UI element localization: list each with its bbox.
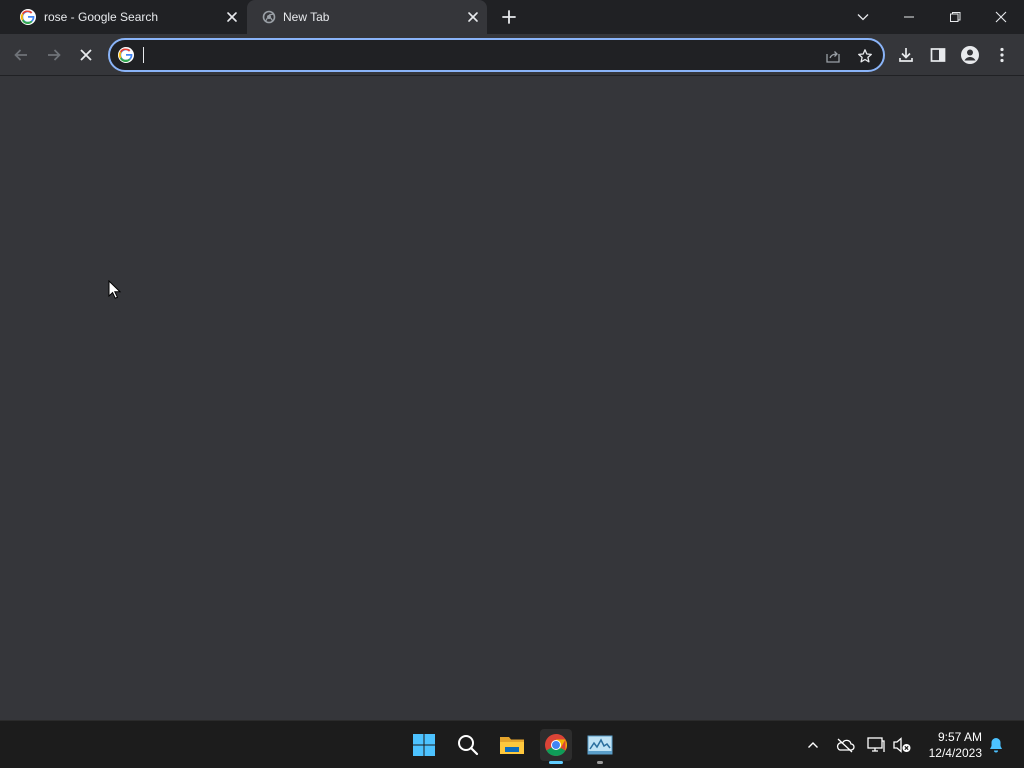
menu-icon[interactable]	[991, 44, 1013, 66]
chevron-up-icon[interactable]	[803, 735, 823, 755]
file-explorer-icon[interactable]	[496, 729, 528, 761]
close-window-icon[interactable]	[989, 5, 1013, 29]
onedrive-icon[interactable]	[835, 735, 855, 755]
forward-icon	[48, 49, 61, 61]
close-tab-icon[interactable]	[465, 9, 481, 25]
restore-icon[interactable]	[943, 5, 967, 29]
minimize-icon[interactable]	[897, 5, 921, 29]
new-tab-plus-icon[interactable]	[500, 8, 518, 26]
tab-title: rose - Google Search	[44, 10, 159, 24]
active-app-indicator	[549, 761, 563, 764]
back-icon	[14, 49, 27, 61]
tab-search-chevron-icon[interactable]	[851, 5, 875, 29]
google-icon	[20, 9, 36, 25]
running-app-indicator	[597, 761, 603, 764]
chrome-newtab-icon	[262, 10, 276, 24]
notification-bell-icon[interactable]	[986, 735, 1006, 755]
close-tab-icon[interactable]	[224, 9, 240, 25]
tab-strip: rose - Google Search New Tab	[0, 0, 1024, 34]
tab-new-tab[interactable]: New Tab	[247, 0, 487, 34]
task-manager-icon[interactable]	[584, 729, 616, 764]
forward-button[interactable]	[43, 44, 65, 66]
share-icon[interactable]	[824, 47, 842, 65]
star-icon[interactable]	[856, 47, 874, 65]
text-caret	[143, 47, 144, 63]
address-bar[interactable]	[108, 38, 885, 72]
mouse-cursor-icon	[108, 280, 122, 299]
windows-taskbar: 9:57 AM 12/4/2023	[0, 720, 1024, 768]
network-icon[interactable]	[866, 735, 886, 755]
stop-icon	[80, 49, 92, 61]
browser-toolbar	[0, 34, 1024, 76]
clock-date: 12/4/2023	[928, 746, 982, 760]
chrome-icon[interactable]	[540, 729, 572, 764]
tab-rose-google-search[interactable]: rose - Google Search	[8, 0, 246, 34]
back-button[interactable]	[10, 44, 32, 66]
page-content	[0, 77, 1024, 720]
windows-start-icon[interactable]	[408, 729, 440, 761]
stop-button[interactable]	[75, 44, 97, 66]
address-input[interactable]	[142, 45, 802, 65]
tab-title: New Tab	[283, 10, 330, 24]
download-icon[interactable]	[895, 44, 917, 66]
profile-icon[interactable]	[959, 44, 981, 66]
clock-time: 9:57 AM	[937, 730, 982, 744]
side-panel-icon[interactable]	[927, 44, 949, 66]
volume-muted-icon[interactable]	[892, 735, 912, 755]
search-icon[interactable]	[452, 729, 484, 761]
google-icon	[118, 47, 134, 63]
system-clock[interactable]: 9:57 AM 12/4/2023	[929, 729, 982, 761]
